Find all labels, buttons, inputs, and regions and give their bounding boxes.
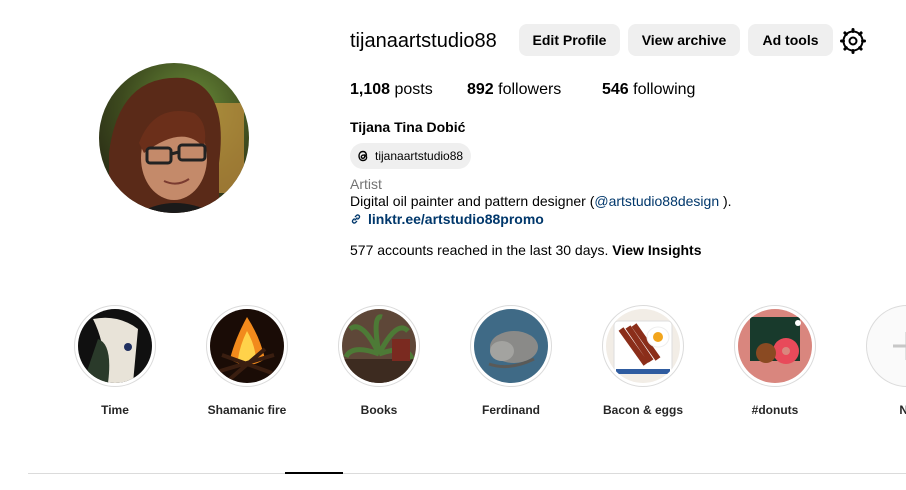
highlight-label: Ne [899,403,906,417]
bio-suffix: ). [719,193,732,209]
posts-count: 1,108 [350,81,391,98]
tabs-divider [28,473,906,474]
profile-link-row[interactable]: linktr.ee/artstudio88promo [350,211,544,227]
active-tab-indicator [285,472,343,474]
settings-gear-icon[interactable] [840,28,866,54]
highlight-label: Ferdinand [481,403,540,417]
highlight-label: Time [101,403,129,417]
following-count[interactable]: 546 [602,81,629,98]
link-icon [351,214,361,224]
bio-text: Digital oil painter and pattern designer… [350,193,595,209]
highlight-item[interactable]: Bacon & eggs [601,305,685,417]
plus-icon [870,309,906,383]
following-label[interactable]: following [633,81,695,98]
bio-mention-link[interactable]: @artstudio88design [594,193,719,209]
profile-external-link[interactable]: linktr.ee/artstudio88promo [368,211,544,227]
highlight-item[interactable]: Books [337,305,421,417]
posts-label: posts [394,81,433,98]
view-insights-link[interactable]: View Insights [612,242,701,258]
highlight-label: Bacon & eggs [602,403,683,417]
profile-category: Artist [350,176,382,192]
highlight-label: Books [360,403,398,417]
highlight-item[interactable]: #donuts [733,305,817,417]
highlight-cover [342,309,416,383]
highlight-label: #donuts [751,403,799,417]
highlight-label: Shamanic fire [207,403,287,417]
highlight-item[interactable]: Ferdinand [469,305,553,417]
highlight-item[interactable]: Time [73,305,157,417]
posts-stat: 1,108 posts [350,80,433,100]
followers-stat[interactable]: 892 followers [467,80,561,100]
profile-full-name: Tijana Tina Dobić [350,119,466,135]
reach-text: 577 accounts reached in the last 30 days… [350,242,609,258]
highlight-cover [474,309,548,383]
highlight-cover [738,309,812,383]
insights-summary: 577 accounts reached in the last 30 days… [350,242,702,258]
edit-profile-button[interactable]: Edit Profile [519,24,620,56]
threads-icon [358,150,368,162]
profile-username: tijanaartstudio88 [350,30,497,52]
threads-badge[interactable]: tijanaartstudio88 [350,143,472,169]
highlight-cover [606,309,680,383]
profile-bio: Digital oil painter and pattern designer… [350,193,732,209]
ad-tools-button[interactable]: Ad tools [748,24,833,56]
followers-label[interactable]: followers [498,81,561,98]
followers-count[interactable]: 892 [467,81,494,98]
view-archive-button[interactable]: View archive [628,24,740,56]
threads-handle[interactable]: tijanaartstudio88 [375,149,463,163]
profile-avatar[interactable] [99,63,249,213]
highlight-item[interactable]: Shamanic fire [205,305,289,417]
highlight-cover [78,309,152,383]
following-stat[interactable]: 546 following [602,80,695,100]
highlight-cover [210,309,284,383]
new-highlight-item[interactable]: Ne [865,305,906,417]
